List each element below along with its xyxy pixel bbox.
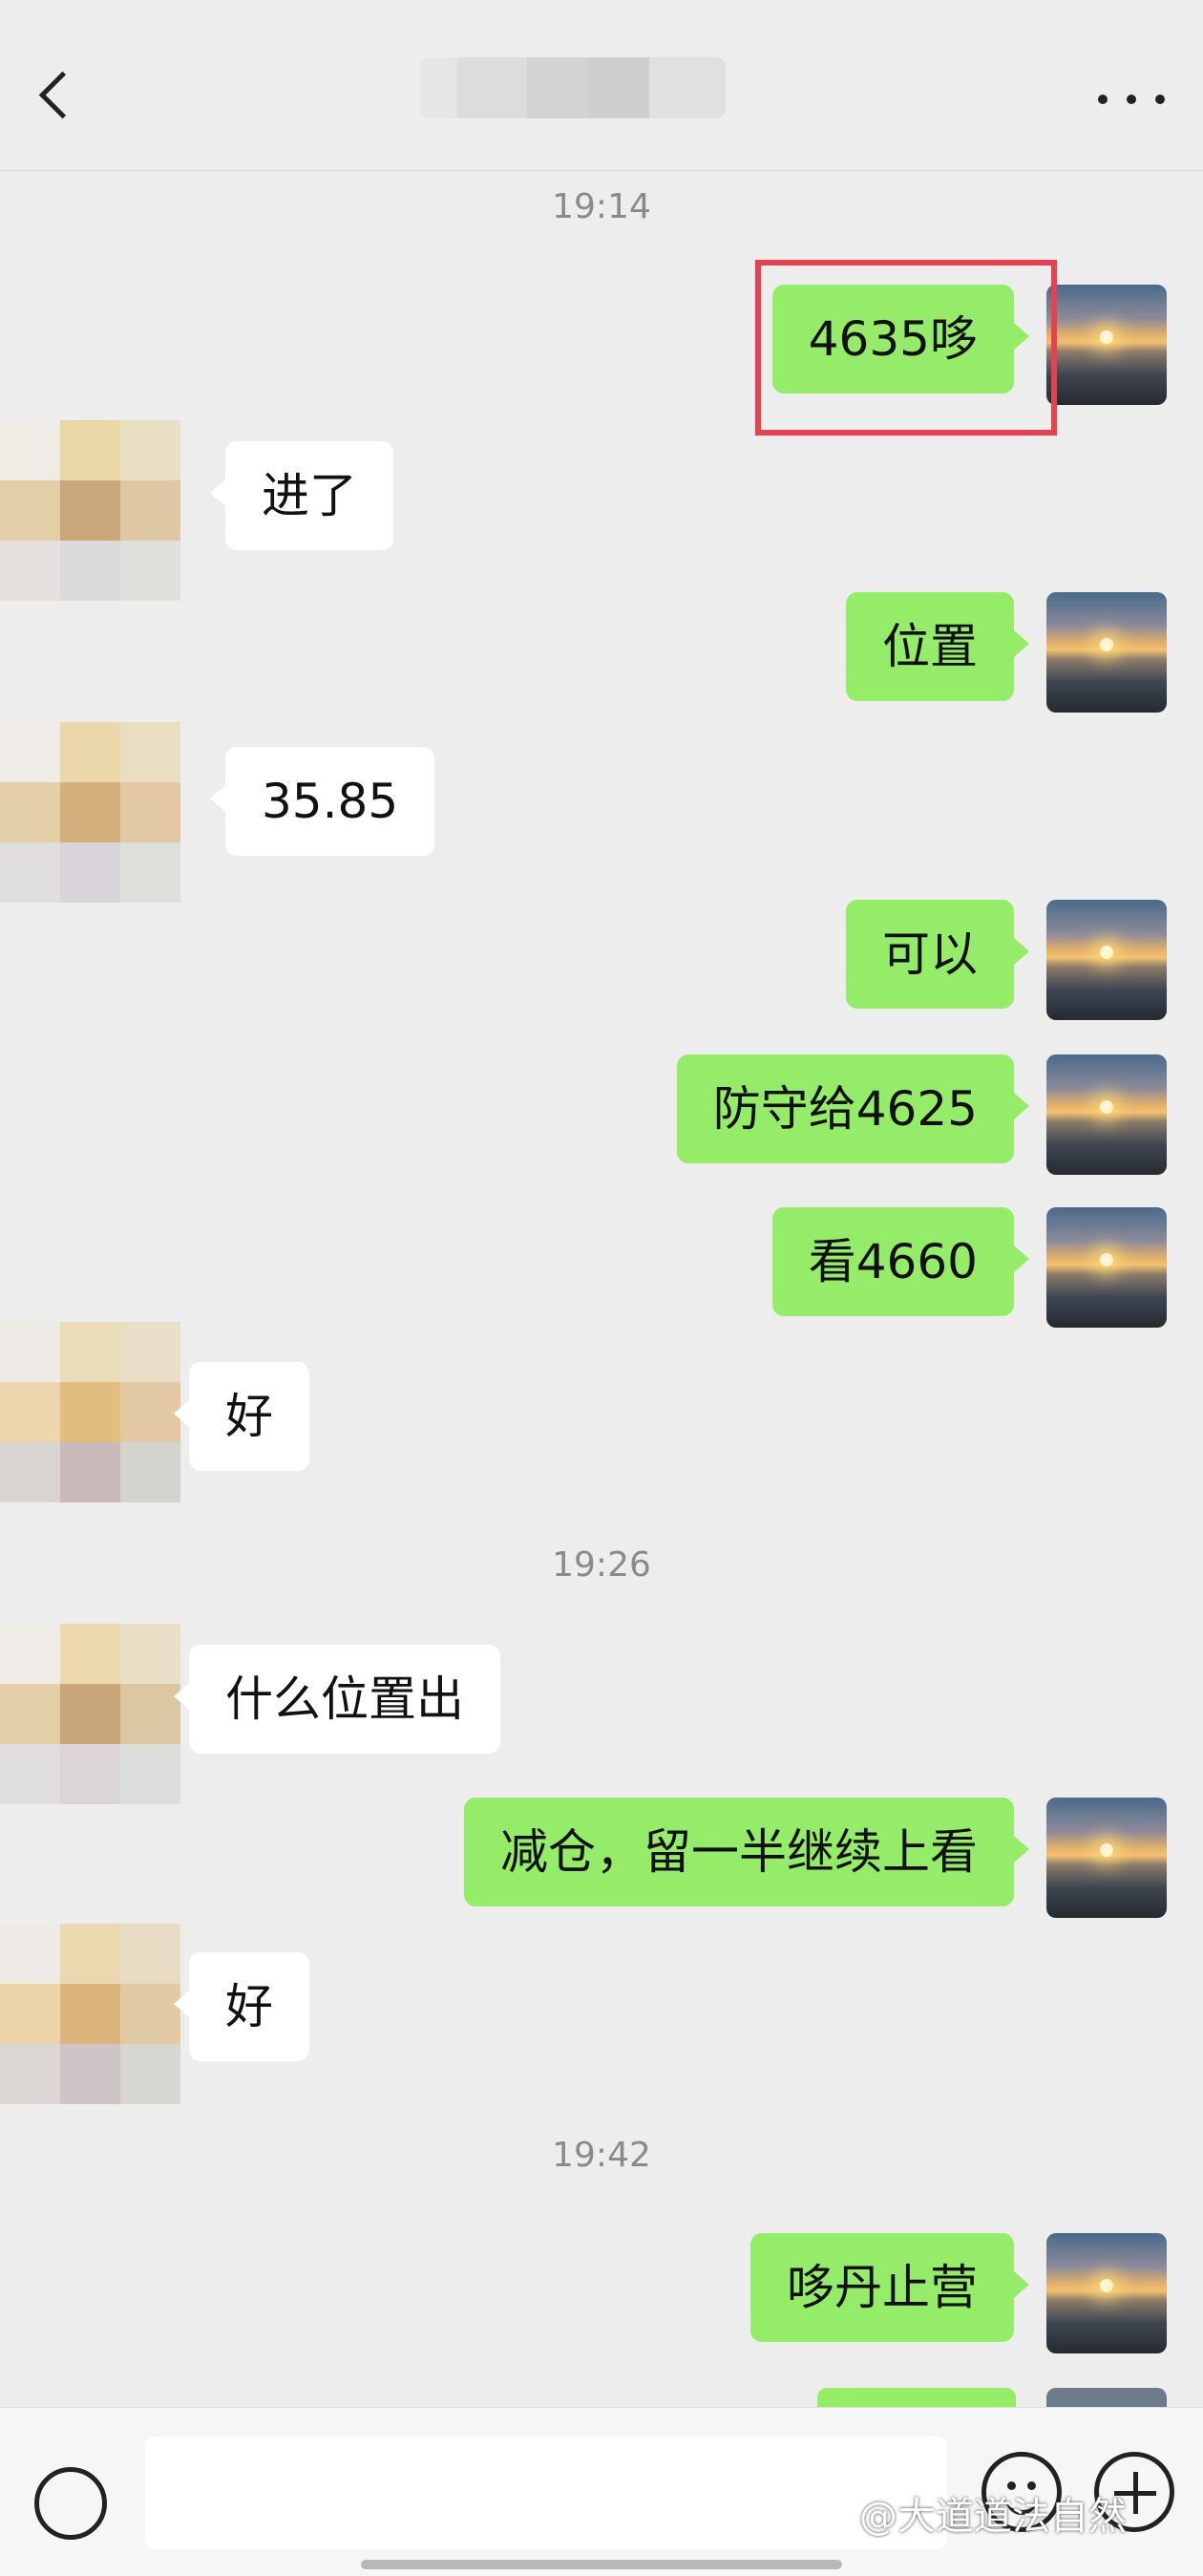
message-row: 防守给4625 [0,1054,1203,1179]
my-avatar[interactable] [1046,592,1167,713]
message-bubble[interactable]: 位置 [846,592,1029,701]
message-bubble[interactable]: 进了 [210,441,393,550]
back-icon[interactable] [34,67,80,134]
message-row: 什么位置出 [0,1624,1203,1805]
chat-header [0,0,1203,171]
message-bubble[interactable]: 减仓，留一半继续上看 [464,1798,1029,1906]
message-bubble[interactable]: 什么位置出 [174,1645,500,1754]
message-row: 35.85 [0,722,1203,904]
message-bubble[interactable]: 可以 [846,900,1029,1009]
message-row: 好 [0,1924,1203,2105]
home-indicator[interactable] [361,2560,842,2569]
message-row: 减仓，留一半继续上看 [0,1798,1203,1922]
message-bubble[interactable]: 看4660 [771,1207,1030,1316]
my-avatar[interactable] [1046,1054,1167,1175]
message-bubble[interactable]: 好 [174,1952,309,2061]
contact-avatar[interactable] [0,1624,181,1805]
message-row: 好 [0,1322,1203,1503]
message-row: 哆丹止营 [0,2233,1203,2357]
contact-avatar[interactable] [0,1322,181,1503]
more-options-icon[interactable] [1098,80,1165,118]
contact-avatar[interactable] [0,420,181,602]
message-input[interactable] [145,2437,947,2549]
timestamp: 19:42 [552,2136,651,2175]
contact-avatar[interactable] [0,1924,181,2105]
my-avatar[interactable] [1046,2233,1167,2353]
my-avatar[interactable] [1046,1798,1167,1918]
message-row: 可以 [0,900,1203,1024]
timestamp: 19:26 [552,1545,651,1585]
message-bubble[interactable]: 好 [174,1362,309,1471]
highlight-box [755,260,1057,436]
my-avatar[interactable] [1046,285,1167,405]
chat-title-blurred [420,57,726,118]
timestamp: 19:14 [552,187,651,226]
message-row: 进了 [0,420,1203,602]
my-avatar[interactable] [1046,1207,1167,1328]
my-avatar[interactable] [1046,900,1167,1020]
message-row: 位置 [0,592,1203,716]
voice-icon[interactable] [34,2467,107,2540]
watermark: @大道道法自然 [859,2495,1127,2539]
message-bubble[interactable]: 哆丹止营 [750,2233,1029,2342]
message-row: 看4660 [0,1207,1203,1331]
contact-avatar[interactable] [0,722,181,904]
message-bubble[interactable]: 35.85 [209,747,435,856]
message-bubble[interactable]: 防守给4625 [676,1054,1030,1163]
